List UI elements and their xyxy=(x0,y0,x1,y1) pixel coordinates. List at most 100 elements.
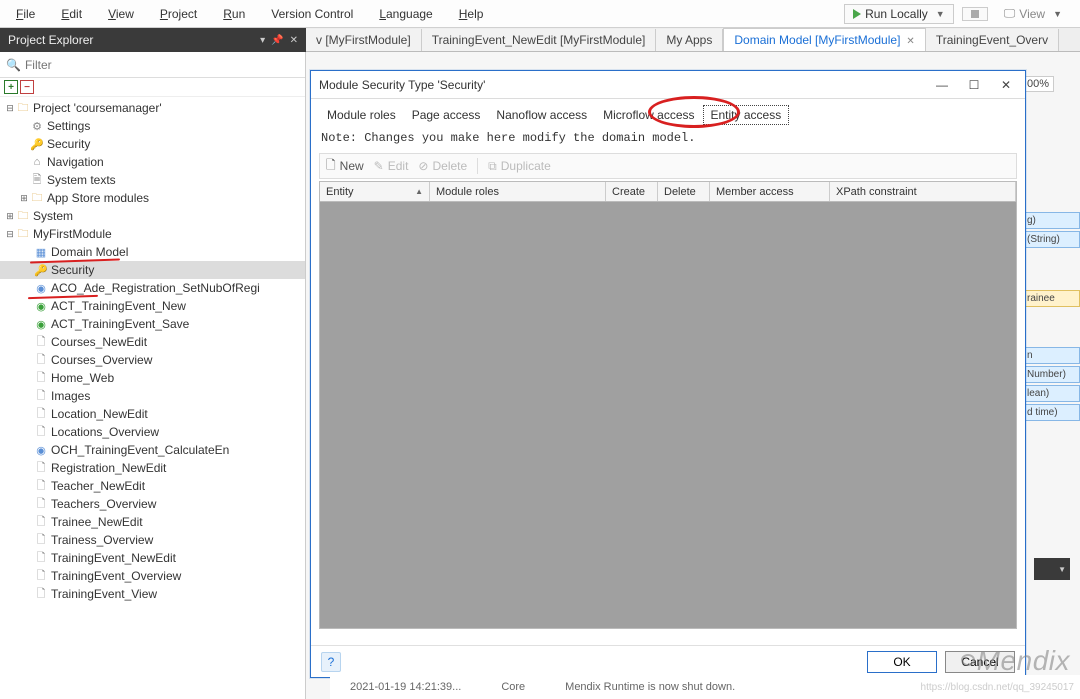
tab-module-roles[interactable]: Module roles xyxy=(319,105,404,125)
tree-item[interactable]: ◉ACT_TrainingEvent_New xyxy=(0,297,305,315)
tree-item[interactable]: 🗋Courses_NewEdit xyxy=(0,333,305,351)
tree-item[interactable]: 🗋Teachers_Overview xyxy=(0,495,305,513)
ok-button[interactable]: OK xyxy=(867,651,937,673)
tree-security[interactable]: 🔑Security xyxy=(0,135,305,153)
flow-icon: ◉ xyxy=(34,443,48,457)
tree-item-domain-model[interactable]: ▦Domain Model xyxy=(0,243,305,261)
doc-tab[interactable]: TrainingEvent_NewEdit [MyFirstModule] xyxy=(422,29,657,51)
stop-button[interactable] xyxy=(962,7,988,21)
zoom-level: 00% xyxy=(1022,76,1054,92)
caret-down-icon[interactable]: ▼ xyxy=(1053,9,1062,19)
menu-edit[interactable]: Edit xyxy=(55,5,88,23)
tree-item[interactable]: 🗋Locations_Overview xyxy=(0,423,305,441)
dialog-footer: ? OK Cancel xyxy=(311,645,1025,677)
tree-system-texts[interactable]: 🗎System texts xyxy=(0,171,305,189)
tree-item[interactable]: 🗋TrainingEvent_NewEdit xyxy=(0,549,305,567)
tree-item[interactable]: 🗋Courses_Overview xyxy=(0,351,305,369)
delete-button[interactable]: ⊘Delete xyxy=(418,159,467,173)
grid-icon: ▦ xyxy=(34,245,48,259)
tree-item[interactable]: 🗋Location_NewEdit xyxy=(0,405,305,423)
tree-myfirstmodule[interactable]: ⊟🗀MyFirstModule xyxy=(0,225,305,243)
page-icon: 🗋 xyxy=(34,371,48,385)
entity-access-grid[interactable]: Entity▲ Module roles Create Delete Membe… xyxy=(319,181,1017,629)
tree-item[interactable]: 🗋Home_Web xyxy=(0,369,305,387)
col-entity[interactable]: Entity▲ xyxy=(320,182,430,201)
col-delete[interactable]: Delete xyxy=(658,182,710,201)
tab-microflow-access[interactable]: Microflow access xyxy=(595,105,702,125)
help-button[interactable]: ? xyxy=(321,652,341,672)
duplicate-button[interactable]: ⧉Duplicate xyxy=(488,159,551,174)
collapse-all-button[interactable]: − xyxy=(20,80,34,94)
no-icon: ⊘ xyxy=(418,159,428,173)
close-button[interactable]: ✕ xyxy=(995,78,1017,92)
collapsed-panel-header[interactable]: ▼ xyxy=(1034,558,1070,580)
menu-language[interactable]: Language xyxy=(373,5,438,23)
doc-tab[interactable]: TrainingEvent_Overv xyxy=(926,29,1059,51)
tab-page-access[interactable]: Page access xyxy=(404,105,489,125)
tree-project-root[interactable]: ⊟🗀Project 'coursemanager' xyxy=(0,99,305,117)
text-icon: 🗎 xyxy=(30,173,44,187)
stop-icon xyxy=(971,10,979,18)
tree-system[interactable]: ⊞🗀System xyxy=(0,207,305,225)
search-icon: 🔍 xyxy=(6,58,21,72)
run-locally-label: Run Locally xyxy=(865,7,928,21)
tree-item-security[interactable]: 🔑Security xyxy=(0,261,305,279)
close-icon[interactable]: ✕ xyxy=(906,36,914,47)
menu-help[interactable]: Help xyxy=(453,5,490,23)
file-icon: 🗋 xyxy=(326,156,336,177)
dialog-titlebar: Module Security Type 'Security' — ☐ ✕ xyxy=(311,71,1025,99)
folder-icon: 🗀 xyxy=(16,209,30,223)
menu-version-control[interactable]: Version Control xyxy=(265,5,359,23)
home-icon: ⌂ xyxy=(30,155,44,169)
tree-item[interactable]: ◉ACO_Ade_Registration_SetNubOfRegi xyxy=(0,279,305,297)
menu-view[interactable]: View xyxy=(102,5,140,23)
doc-tab[interactable]: My Apps xyxy=(656,29,723,51)
flow-icon: ◉ xyxy=(34,299,48,313)
view-button-label: View xyxy=(1019,7,1045,21)
doc-tab-active[interactable]: Domain Model [MyFirstModule]✕ xyxy=(723,28,925,51)
col-xpath-constraint[interactable]: XPath constraint xyxy=(830,182,1016,201)
doc-tab[interactable]: v [MyFirstModule] xyxy=(306,29,422,51)
col-module-roles[interactable]: Module roles xyxy=(430,182,606,201)
tree-item[interactable]: ◉OCH_TrainingEvent_CalculateEn xyxy=(0,441,305,459)
view-button[interactable]: 🖵 View ▼ xyxy=(996,4,1070,23)
maximize-button[interactable]: ☐ xyxy=(963,78,985,92)
tree-item[interactable]: ◉ACT_TrainingEvent_Save xyxy=(0,315,305,333)
panel-pin-icon[interactable]: 📌 xyxy=(271,35,283,46)
expand-all-button[interactable]: + xyxy=(4,80,18,94)
filter-input[interactable] xyxy=(25,58,299,72)
col-member-access[interactable]: Member access xyxy=(710,182,830,201)
tree-item[interactable]: 🗋TrainingEvent_View xyxy=(0,585,305,603)
tab-nanoflow-access[interactable]: Nanoflow access xyxy=(488,105,595,125)
tree-item[interactable]: 🗋Trainee_NewEdit xyxy=(0,513,305,531)
menu-project[interactable]: Project xyxy=(154,5,203,23)
menu-file[interactable]: File xyxy=(10,5,41,23)
flow-icon: ◉ xyxy=(34,317,48,331)
project-explorer-title: Project Explorer xyxy=(8,33,93,47)
minimize-button[interactable]: — xyxy=(931,78,953,92)
tab-entity-access[interactable]: Entity access xyxy=(703,105,790,125)
tree-item[interactable]: 🗋Teacher_NewEdit xyxy=(0,477,305,495)
background-content: 00% g) (String) rainee n Number) lean) d… xyxy=(1022,76,1080,423)
tree-item[interactable]: 🗋Images xyxy=(0,387,305,405)
panel-close-icon[interactable]: ✕ xyxy=(290,35,298,46)
page-icon: 🗋 xyxy=(34,479,48,493)
tree-item[interactable]: 🗋Trainess_Overview xyxy=(0,531,305,549)
new-button[interactable]: 🗋New xyxy=(326,156,364,177)
folder-icon: 🗀 xyxy=(30,191,44,205)
tree-settings[interactable]: ⚙Settings xyxy=(0,117,305,135)
tree-navigation[interactable]: ⌂Navigation xyxy=(0,153,305,171)
col-create[interactable]: Create xyxy=(606,182,658,201)
caret-down-icon[interactable]: ▼ xyxy=(936,9,945,19)
document-tabs: v [MyFirstModule] TrainingEvent_NewEdit … xyxy=(306,28,1080,52)
tree-app-store-modules[interactable]: ⊞🗀App Store modules xyxy=(0,189,305,207)
tree-item[interactable]: 🗋Registration_NewEdit xyxy=(0,459,305,477)
page-icon: 🗋 xyxy=(34,515,48,529)
edit-button[interactable]: ✎Edit xyxy=(374,159,409,173)
run-locally-button[interactable]: Run Locally ▼ xyxy=(844,4,954,24)
menu-run[interactable]: Run xyxy=(217,5,251,23)
panel-dropdown-icon[interactable]: ▾ xyxy=(260,35,265,46)
cancel-button[interactable]: Cancel xyxy=(945,651,1015,673)
tree-item[interactable]: 🗋TrainingEvent_Overview xyxy=(0,567,305,585)
play-icon xyxy=(853,9,861,19)
